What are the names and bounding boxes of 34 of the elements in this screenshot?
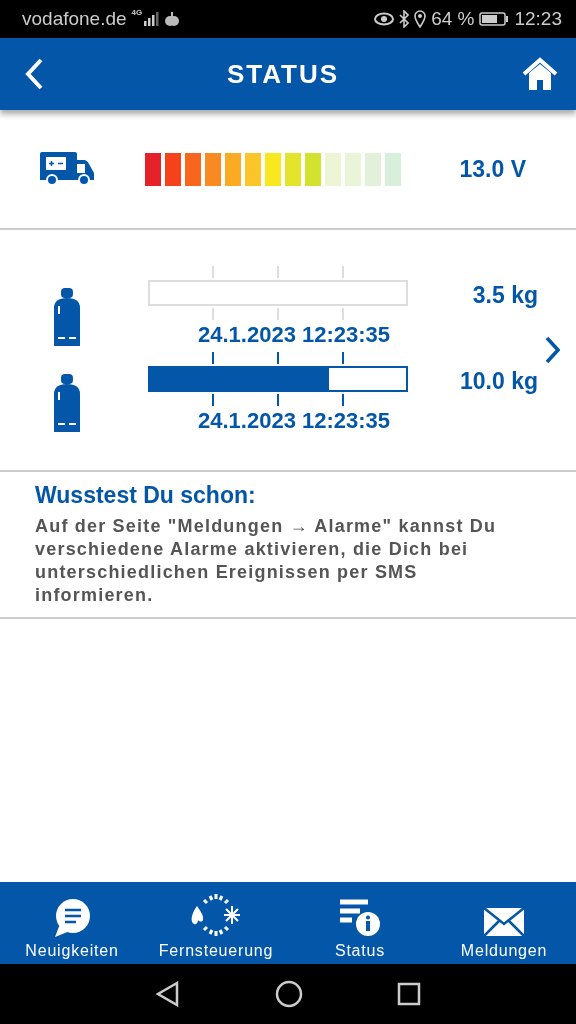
gas-bottle-icon bbox=[52, 374, 82, 434]
signal-icon bbox=[144, 12, 161, 26]
list-info-icon bbox=[338, 898, 382, 938]
tip-heading: Wusstest Du schon: bbox=[35, 482, 257, 509]
recent-apps-icon[interactable] bbox=[397, 982, 421, 1006]
camper-battery-icon bbox=[39, 151, 95, 187]
chat-bubble-icon bbox=[52, 898, 92, 938]
measurement-timestamp: 24.1.2023 12:23:35 bbox=[198, 322, 391, 348]
gas-bottle-icon bbox=[52, 288, 82, 348]
measurement-timestamp: 24.1.2023 12:23:35 bbox=[198, 408, 391, 434]
gas-weight: 10.0 kg bbox=[460, 368, 538, 395]
location-icon bbox=[414, 10, 427, 28]
bluetooth-icon bbox=[399, 10, 410, 28]
carrier-name: vodafone.de bbox=[22, 8, 127, 30]
battery-percent: 64 % bbox=[431, 8, 475, 30]
back-icon[interactable] bbox=[155, 981, 181, 1007]
battery-icon bbox=[479, 12, 510, 26]
home-icon[interactable] bbox=[275, 980, 303, 1008]
gas-weight: 3.5 kg bbox=[472, 282, 538, 309]
home-icon[interactable] bbox=[522, 57, 558, 91]
envelope-icon bbox=[483, 906, 525, 938]
nav-tab[interactable]: Neuigkeiten bbox=[0, 882, 144, 964]
nav-tab[interactable]: Fernsteuerung bbox=[144, 882, 288, 964]
eye-icon bbox=[374, 12, 395, 26]
voltage-reading: 13.0 V bbox=[459, 155, 526, 183]
tip-text: Auf der Seite "Meldungen → Alarme" kannst Du verschiedene Alarme aktivieren, die Dich bei unterschiedlichen Ereignissen per SMS informieren. bbox=[35, 515, 498, 607]
apple-icon bbox=[165, 11, 180, 27]
page-title: STATUS bbox=[226, 58, 340, 90]
back-icon[interactable] bbox=[24, 58, 44, 90]
network-type: 4G bbox=[131, 8, 143, 17]
nav-tab[interactable]: Status bbox=[288, 882, 432, 964]
chevron-right-icon[interactable] bbox=[544, 336, 560, 364]
nav-tab[interactable]: Meldungen bbox=[432, 882, 576, 964]
clock: 12:23 bbox=[514, 8, 562, 30]
